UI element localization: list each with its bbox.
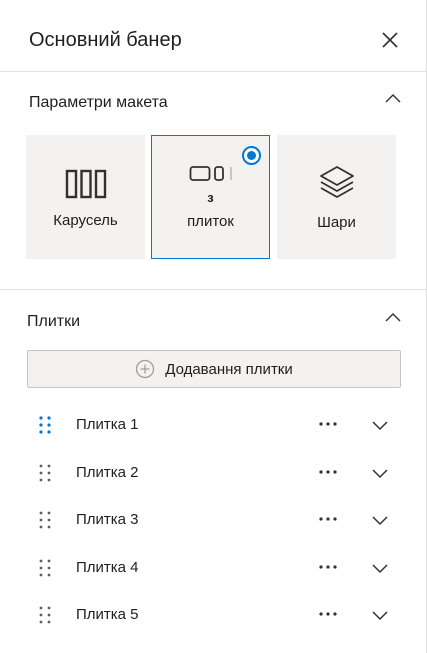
chevron-up-icon xyxy=(385,94,401,103)
layout-option-tiles[interactable]: з плиток xyxy=(151,135,270,259)
chevron-down-icon[interactable] xyxy=(371,561,389,575)
drag-handle-icon[interactable] xyxy=(38,558,52,578)
chevron-up-icon xyxy=(385,313,401,322)
drag-handle-icon[interactable] xyxy=(38,463,52,483)
collapse-tiles-button[interactable] xyxy=(385,311,401,323)
add-tile-label: Додавання плитки xyxy=(165,360,293,378)
property-pane: Основний банер Параметри макета Карусель xyxy=(0,0,427,653)
close-button[interactable] xyxy=(378,28,402,52)
chevron-down-icon[interactable] xyxy=(371,466,389,480)
chevron-down-icon[interactable] xyxy=(371,608,389,622)
tile-label: Плитка 1 xyxy=(76,416,139,433)
more-options-icon[interactable] xyxy=(316,417,340,431)
tile-label: Плитка 5 xyxy=(76,606,139,623)
pane-title: Основний банер xyxy=(29,29,182,51)
carousel-icon xyxy=(65,169,106,199)
tile-row[interactable]: Плитка 1 xyxy=(0,405,427,445)
chevron-down-icon[interactable] xyxy=(371,513,389,527)
tile-row[interactable]: Плитка 4 xyxy=(0,548,427,588)
close-icon xyxy=(382,32,398,48)
layout-section-title: Параметри макета xyxy=(29,94,168,111)
add-circle-icon xyxy=(136,359,155,379)
tile-row[interactable]: Плитка 5 xyxy=(0,595,427,635)
more-options-icon[interactable] xyxy=(316,560,340,574)
more-options-icon[interactable] xyxy=(316,465,340,479)
tile-label: Плитка 2 xyxy=(76,464,139,481)
add-tile-button[interactable]: Додавання плитки xyxy=(27,350,401,388)
more-options-icon[interactable] xyxy=(316,607,340,621)
layout-option-carousel[interactable]: Карусель xyxy=(26,135,145,259)
selected-radio xyxy=(242,146,261,165)
tiles-icon xyxy=(189,166,232,181)
drag-handle-icon[interactable] xyxy=(38,605,52,625)
layout-option-label-line1: з xyxy=(207,190,214,205)
chevron-down-icon[interactable] xyxy=(371,418,389,432)
layout-option-label: Шари xyxy=(317,214,356,231)
layout-option-label-line2: плиток xyxy=(187,213,234,230)
tile-row[interactable]: Плитка 3 xyxy=(0,500,427,540)
drag-handle-icon[interactable] xyxy=(38,415,52,435)
collapse-layout-button[interactable] xyxy=(385,92,401,104)
tile-label: Плитка 3 xyxy=(76,511,139,528)
layers-icon xyxy=(319,166,354,198)
layout-option-label: Карусель xyxy=(53,212,118,229)
tile-label: Плитка 4 xyxy=(76,559,139,576)
pane-header: Основний банер xyxy=(0,0,427,72)
tiles-section-title: Плитки xyxy=(27,313,81,330)
tile-row[interactable]: Плитка 2 xyxy=(0,453,427,493)
more-options-icon[interactable] xyxy=(316,512,340,526)
drag-handle-icon[interactable] xyxy=(38,510,52,530)
layout-option-layers[interactable]: Шари xyxy=(277,135,396,259)
